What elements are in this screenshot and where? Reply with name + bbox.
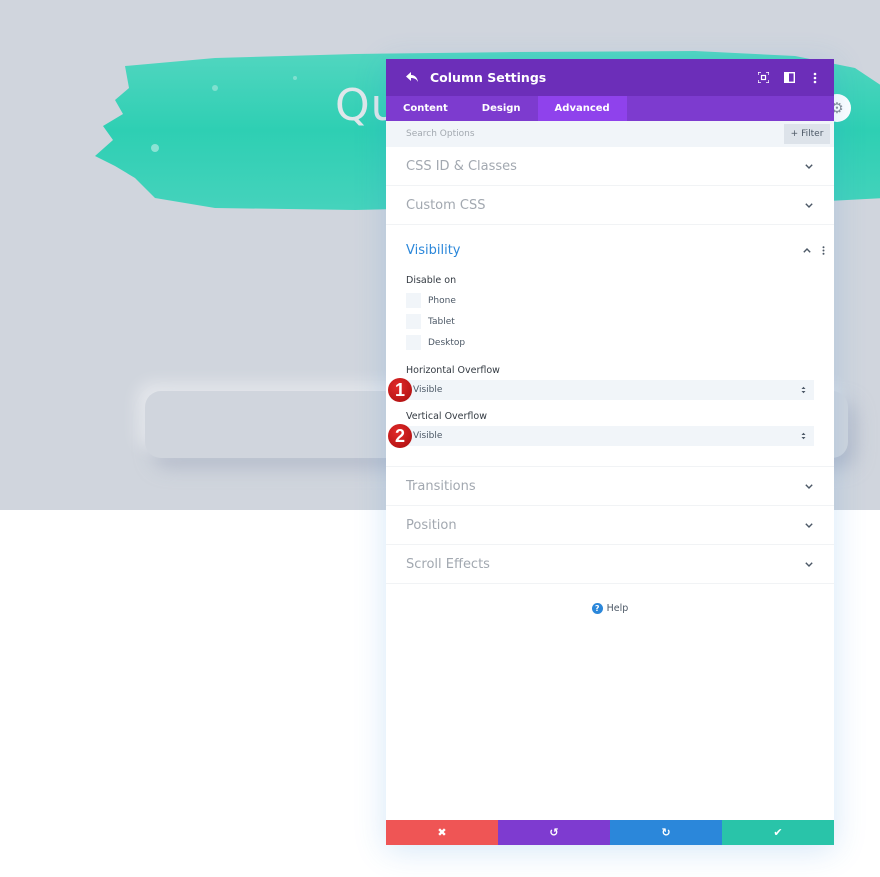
split-view-icon[interactable] bbox=[782, 71, 796, 85]
tab-design[interactable]: Design bbox=[465, 96, 538, 121]
section-title: Scroll Effects bbox=[406, 556, 490, 572]
section-title: Visibility bbox=[406, 242, 461, 258]
discard-button[interactable]: ✖ bbox=[386, 820, 498, 845]
horizontal-overflow-select[interactable]: 1 Visible bbox=[388, 378, 814, 402]
section-scroll-effects[interactable]: Scroll Effects bbox=[386, 545, 834, 584]
filter-label: Filter bbox=[801, 129, 824, 139]
save-button[interactable]: ✔ bbox=[722, 820, 834, 845]
section-title: Position bbox=[406, 517, 457, 533]
column-settings-panel: Column Settings Content Design Advanced bbox=[386, 59, 834, 845]
more-options-icon[interactable] bbox=[808, 71, 822, 85]
annotation-badge-1: 1 bbox=[388, 378, 412, 402]
section-title: Transitions bbox=[406, 478, 476, 494]
select-arrows-icon bbox=[797, 432, 809, 440]
page: Qu ⚙ Column Settings Content Design Adva… bbox=[0, 0, 880, 877]
phone-label: Phone bbox=[428, 295, 456, 306]
section-options-icon[interactable] bbox=[820, 245, 826, 255]
phone-checkbox[interactable] bbox=[406, 293, 421, 308]
visibility-body: Disable on Phone Tablet Desktop Horizont… bbox=[386, 275, 834, 467]
device-tablet-row: Tablet bbox=[406, 311, 814, 332]
panel-footer: ✖ ↺ ↻ ✔ bbox=[386, 820, 834, 845]
search-options-input[interactable] bbox=[406, 129, 784, 139]
undo-button[interactable]: ↺ bbox=[498, 820, 610, 845]
checkmark-icon: ✔ bbox=[773, 826, 783, 839]
section-custom-css[interactable]: Custom CSS bbox=[386, 186, 834, 225]
fullscreen-icon[interactable] bbox=[756, 71, 770, 85]
section-title: CSS ID & Classes bbox=[406, 158, 517, 174]
tab-content[interactable]: Content bbox=[386, 96, 465, 121]
help-label: Help bbox=[606, 603, 629, 614]
device-phone-row: Phone bbox=[406, 290, 814, 311]
panel-header: Column Settings bbox=[386, 59, 834, 96]
filter-button[interactable]: + Filter bbox=[784, 124, 830, 144]
select-arrows-icon bbox=[797, 386, 809, 394]
tab-bar: Content Design Advanced bbox=[386, 96, 834, 121]
tab-advanced[interactable]: Advanced bbox=[537, 96, 627, 121]
desktop-checkbox[interactable] bbox=[406, 335, 421, 350]
annotation-badge-2: 2 bbox=[388, 424, 412, 448]
close-icon: ✖ bbox=[437, 826, 447, 839]
section-title: Custom CSS bbox=[406, 197, 486, 213]
tablet-label: Tablet bbox=[428, 316, 455, 327]
panel-title: Column Settings bbox=[430, 70, 547, 85]
redo-icon: ↻ bbox=[661, 826, 671, 839]
help-link[interactable]: ? Help bbox=[386, 603, 834, 614]
horizontal-overflow-value: Visible bbox=[413, 385, 443, 395]
vertical-overflow-value: Visible bbox=[413, 431, 443, 441]
section-position[interactable]: Position bbox=[386, 506, 834, 545]
chevron-down-icon[interactable] bbox=[804, 200, 814, 210]
back-icon[interactable] bbox=[406, 72, 420, 83]
section-css-id-classes[interactable]: CSS ID & Classes bbox=[386, 147, 834, 186]
chevron-down-icon[interactable] bbox=[804, 161, 814, 171]
chevron-down-icon[interactable] bbox=[804, 520, 814, 530]
help-icon: ? bbox=[591, 603, 603, 614]
device-desktop-row: Desktop bbox=[406, 332, 814, 353]
chevron-down-icon[interactable] bbox=[804, 559, 814, 569]
vertical-overflow-select[interactable]: 2 Visible bbox=[388, 424, 814, 448]
visibility-header[interactable]: Visibility bbox=[386, 225, 834, 275]
horizontal-overflow-label: Horizontal Overflow bbox=[406, 365, 500, 376]
redo-button[interactable]: ↻ bbox=[610, 820, 722, 845]
plus-icon: + bbox=[790, 129, 799, 139]
section-visibility: Visibility Disable on Phone Tablet Deskt… bbox=[386, 225, 834, 467]
section-transitions[interactable]: Transitions bbox=[386, 467, 834, 506]
desktop-label: Desktop bbox=[428, 337, 466, 348]
chevron-up-icon[interactable] bbox=[802, 245, 812, 255]
tablet-checkbox[interactable] bbox=[406, 314, 421, 329]
disable-on-label: Disable on bbox=[406, 275, 457, 286]
chevron-down-icon[interactable] bbox=[804, 481, 814, 491]
vertical-overflow-label: Vertical Overflow bbox=[406, 411, 487, 422]
undo-icon: ↺ bbox=[549, 826, 559, 839]
search-row: + Filter bbox=[386, 121, 834, 147]
